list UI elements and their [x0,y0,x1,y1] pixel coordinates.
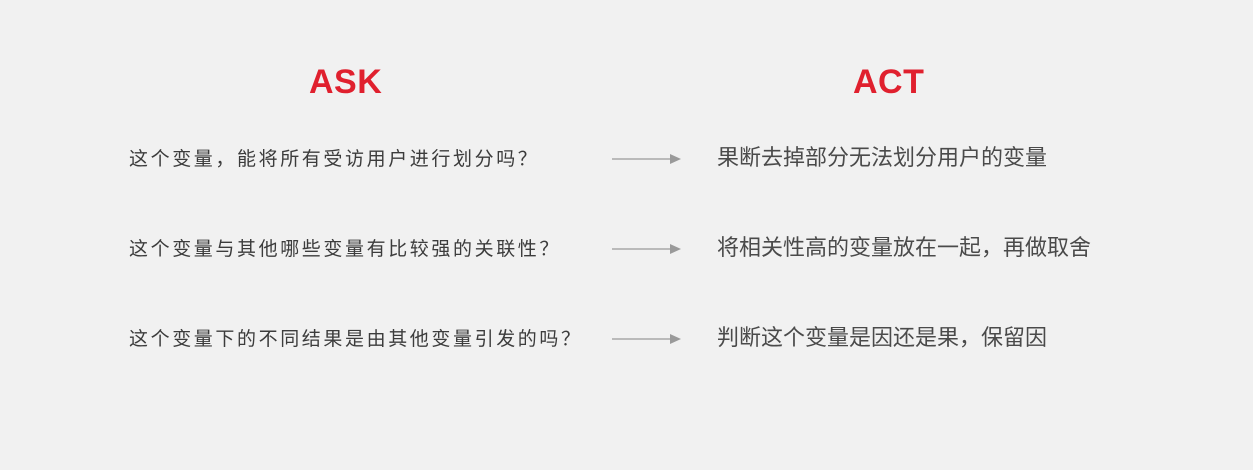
row-2: 这个变量与其他哪些变量有比较强的关联性？ 将相关性高的变量放在一起，再做取舍 [0,229,1253,269]
act-answer-1: 果断去掉部分无法划分用户的变量 [717,146,1048,171]
right-arrow-icon [612,154,681,164]
row-3: 这个变量下的不同结果是由其他变量引发的吗？ 判断这个变量是因还是果，保留因 [0,319,1253,359]
row-1: 这个变量，能将所有受访用户进行划分吗？ 果断去掉部分无法划分用户的变量 [0,139,1253,179]
right-arrow-icon [612,334,681,344]
ask-question-1: 这个变量，能将所有受访用户进行划分吗？ [129,148,540,170]
ask-header: ASK [309,63,383,101]
act-header: ACT [853,63,925,101]
act-answer-2: 将相关性高的变量放在一起，再做取舍 [717,236,1092,261]
ask-question-3: 这个变量下的不同结果是由其他变量引发的吗？ [129,328,583,350]
act-answer-3: 判断这个变量是因还是果，保留因 [717,326,1048,351]
ask-question-2: 这个变量与其他哪些变量有比较强的关联性？ [129,238,562,260]
right-arrow-icon [612,244,681,254]
